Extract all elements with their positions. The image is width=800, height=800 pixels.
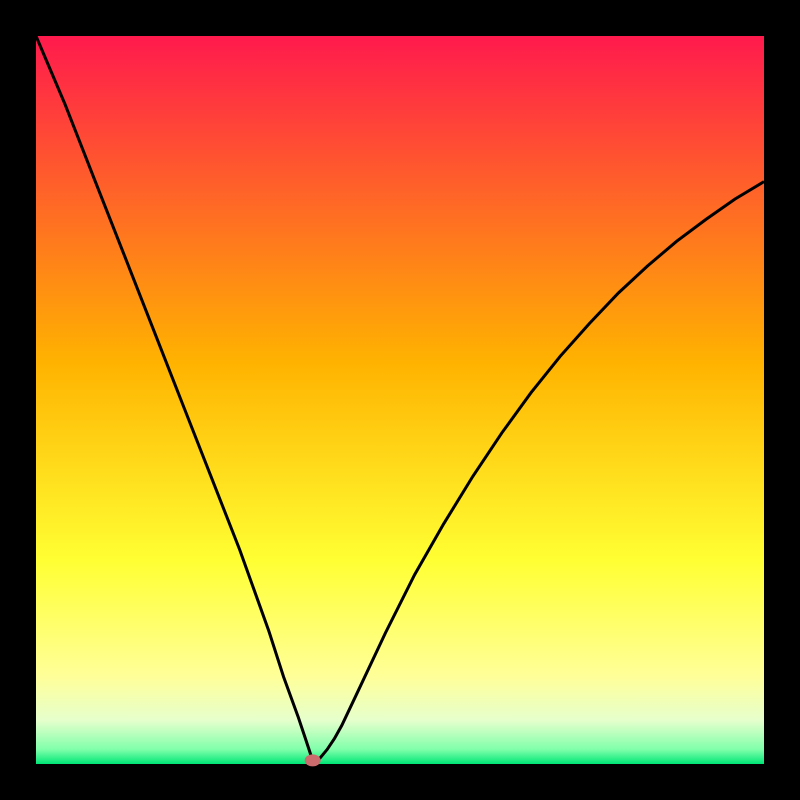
- optimal-point-marker: [305, 754, 321, 766]
- chart-frame: TheBottleneck.com: [0, 0, 800, 800]
- bottleneck-chart: [0, 0, 800, 800]
- gradient-plot-area: [36, 36, 764, 764]
